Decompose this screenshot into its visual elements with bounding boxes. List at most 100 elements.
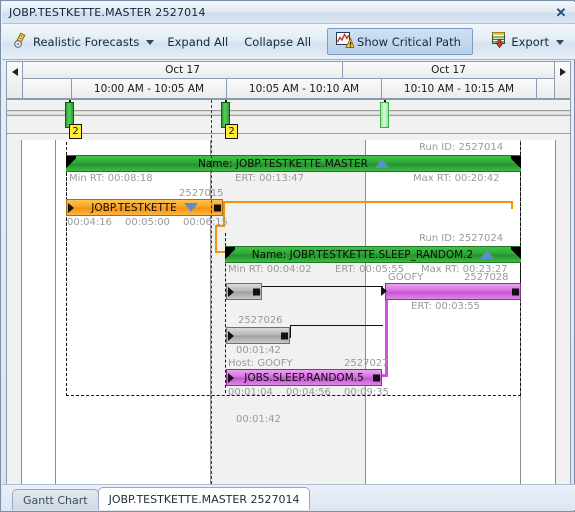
connector-arrow-icon bbox=[381, 286, 387, 296]
goofy-host-label: GOOFY bbox=[388, 272, 424, 283]
bar-cap-left bbox=[225, 247, 235, 262]
timeline-interval-header: 10:10 AM - 10:15 AM bbox=[382, 79, 537, 98]
bar-square-right bbox=[512, 288, 519, 295]
timeline-interval-header: 10:00 AM - 10:05 AM bbox=[72, 79, 227, 98]
master-ert: ERT: 00:13:47 bbox=[235, 173, 305, 184]
bar-square-right bbox=[281, 332, 288, 339]
connector-orange-down2 bbox=[215, 225, 217, 253]
tab-bar: Gantt Chart JOBP.TESTKETTE.MASTER 252701… bbox=[2, 484, 575, 510]
gantt-chart-canvas[interactable]: 2 2 Run ID: 2527014 Name: JOBP.TESTKETTE… bbox=[6, 99, 571, 485]
export-label: Export bbox=[511, 34, 549, 49]
close-icon[interactable]: ✕ bbox=[553, 5, 569, 21]
tab-gantt-chart[interactable]: Gantt Chart bbox=[12, 489, 99, 510]
gray-bottom-run-id: 2527026 bbox=[238, 315, 283, 326]
timeline-day-header: Oct 17 bbox=[343, 62, 554, 78]
timeline-interval-row: 10:00 AM - 10:05 AM 10:05 AM - 10:10 AM … bbox=[23, 79, 554, 98]
sleep5-host-label: Host: GOOFY bbox=[228, 358, 293, 369]
task-bar-testkette[interactable]: JOBP.TESTKETTE bbox=[66, 199, 223, 216]
timeline-interval-header: 10:05 AM - 10:10 AM bbox=[227, 79, 382, 98]
sleep5-run-id-label: 2527027 bbox=[344, 358, 389, 369]
master-run-id-label: Run ID: 2527014 bbox=[419, 142, 504, 153]
chart-gridline bbox=[55, 100, 56, 484]
tab-gantt-chart-label: Gantt Chart bbox=[23, 493, 88, 507]
master-min-rt: Min RT: 00:08:18 bbox=[69, 173, 153, 184]
bar-arrow-left-icon bbox=[228, 372, 234, 383]
timeline-scroll-right-button[interactable] bbox=[554, 62, 570, 98]
testkette-time-max: 00:06:15 bbox=[183, 217, 228, 228]
timeline-header: Oct 17 Oct 17 10:00 AM - 10:05 AM 10:05 … bbox=[6, 61, 571, 99]
export-icon bbox=[491, 32, 508, 51]
timeline-day-row: Oct 17 Oct 17 bbox=[23, 62, 554, 79]
task-bar-gray-top[interactable] bbox=[226, 283, 262, 300]
task-bar-sleep-random-2[interactable]: Name: JOBP.TESTKETTE.SLEEP_RANDOM.2 bbox=[225, 246, 521, 263]
connector-orange-endcap bbox=[511, 201, 513, 209]
show-critical-path-button[interactable]: Show Critical Path bbox=[327, 28, 473, 55]
tab-jobp-testkette-master[interactable]: JOBP.TESTKETTE.MASTER 2527014 bbox=[97, 487, 311, 510]
sleep2-run-id-label: Run ID: 2527024 bbox=[419, 233, 504, 244]
testkette-time-ert: 00:05:00 bbox=[125, 217, 170, 228]
bar-arrow-left-icon bbox=[228, 286, 234, 297]
testkette-time-min: 00:04:16 bbox=[67, 217, 112, 228]
connector-orange-horizontal bbox=[223, 201, 513, 203]
task-bar-sleep-random-5-label: JOBS.SLEEP.RANDOM.5 bbox=[244, 371, 364, 384]
arrow-right-icon bbox=[559, 68, 566, 76]
realistic-forecasts-button[interactable]: Realistic Forecasts bbox=[8, 29, 159, 55]
chevron-down-icon[interactable] bbox=[556, 40, 564, 45]
goofy-ert: ERT: 00:03:55 bbox=[411, 301, 481, 312]
realistic-forecasts-label: Realistic Forecasts bbox=[33, 34, 140, 49]
bar-arrow-left-icon bbox=[68, 202, 74, 213]
task-bar-gray-bottom[interactable] bbox=[226, 327, 290, 344]
task-bar-master[interactable]: Name: JOBP.TESTKETTE.MASTER bbox=[66, 155, 521, 172]
task-bar-testkette-label: JOBP.TESTKETTE bbox=[91, 201, 177, 214]
collapse-all-button[interactable]: Collapse All bbox=[236, 29, 319, 55]
triangle-up-icon[interactable] bbox=[480, 250, 495, 259]
testkette-run-id-label: 2527015 bbox=[179, 188, 224, 199]
timeline-interval-spacer bbox=[23, 79, 72, 98]
triangle-up-icon[interactable] bbox=[374, 159, 389, 168]
milestone-lane bbox=[7, 100, 570, 140]
milestone-marker-3[interactable] bbox=[380, 102, 389, 128]
milestone-rail bbox=[7, 110, 570, 116]
connector-gray-bottom-up bbox=[290, 326, 291, 338]
chart-right-gutter bbox=[555, 100, 570, 484]
bar-cap-right bbox=[511, 156, 521, 171]
toolbar: Realistic Forecasts Expand All Collapse … bbox=[2, 24, 575, 60]
connector-gray-bottom-horizontal bbox=[290, 325, 383, 326]
master-job-container-box bbox=[66, 158, 521, 396]
task-bar-sleep-random-2-label: Name: JOBP.TESTKETTE.SLEEP_RANDOM.2 bbox=[251, 248, 474, 261]
chart-left-gutter bbox=[7, 100, 22, 484]
collapse-all-label: Collapse All bbox=[244, 34, 312, 49]
chevron-down-icon[interactable] bbox=[146, 40, 155, 45]
expand-all-label: Expand All bbox=[167, 34, 229, 49]
sleep2-min-rt: Min RT: 00:04:02 bbox=[228, 264, 312, 275]
bar-square-right bbox=[253, 288, 260, 295]
timeline-scroll-left-button[interactable] bbox=[7, 62, 23, 98]
milestone-badge-1[interactable]: 2 bbox=[69, 124, 82, 139]
bar-edge-tick bbox=[66, 142, 67, 396]
sleep5-time-ert: 00:04:56 bbox=[286, 387, 331, 398]
milestone-badge-2[interactable]: 2 bbox=[225, 124, 238, 139]
bar-cap-left bbox=[66, 156, 76, 171]
connector-purple-jog bbox=[382, 374, 388, 377]
gantt-window: JOBP.TESTKETTE.MASTER 2527014 ✕ Realisti… bbox=[0, 0, 575, 512]
master-max-rt: Max RT: 00:20:42 bbox=[413, 173, 500, 184]
export-button[interactable]: Export bbox=[486, 29, 569, 55]
expand-all-button[interactable]: Expand All bbox=[159, 29, 236, 55]
sleep5-time-max: 00:09:35 bbox=[344, 387, 389, 398]
task-bar-master-label: Name: JOBP.TESTKETTE.MASTER bbox=[198, 157, 368, 170]
arrow-left-icon bbox=[11, 68, 18, 76]
timeline-interval-spacer bbox=[537, 79, 554, 98]
milestone-lane-divider bbox=[7, 133, 570, 134]
show-critical-path-label: Show Critical Path bbox=[357, 34, 461, 49]
sleep5-time-min: 00:01:04 bbox=[228, 387, 273, 398]
critical-path-warning-icon bbox=[336, 32, 355, 51]
task-bar-goofy[interactable] bbox=[385, 283, 521, 300]
triangle-down-icon[interactable] bbox=[183, 203, 198, 212]
gray-bottom-duration: 00:01:42 bbox=[236, 414, 281, 425]
task-bar-sleep-random-5[interactable]: JOBS.SLEEP.RANDOM.5 bbox=[226, 369, 382, 386]
window-title: JOBP.TESTKETTE.MASTER 2527014 bbox=[9, 6, 206, 19]
bar-square-right bbox=[373, 374, 380, 381]
gray-bottom-duration-label: 00:01:42 bbox=[236, 345, 281, 356]
bar-square-right bbox=[214, 204, 221, 211]
tab-jobp-testkette-master-label: JOBP.TESTKETTE.MASTER 2527014 bbox=[108, 492, 300, 506]
